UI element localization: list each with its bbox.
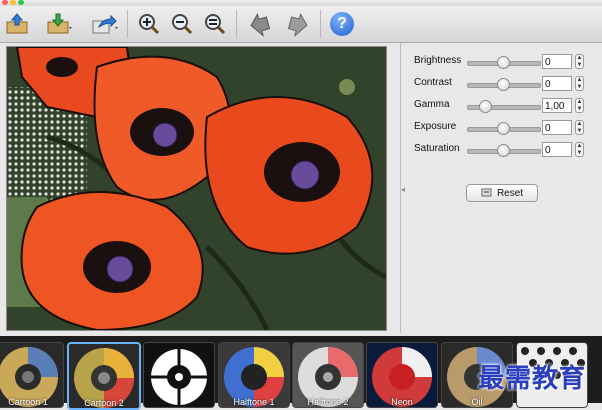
exposure-control: Exposure 0 ▲ ▼ xyxy=(412,118,592,138)
help-icon: ? xyxy=(330,12,354,36)
toolbar-separator xyxy=(236,10,237,38)
saturation-label: Saturation xyxy=(414,143,460,154)
zoom-in-icon xyxy=(139,14,160,35)
reset-icon xyxy=(481,188,492,197)
gamma-control: Gamma 1,00 ▲ ▼ xyxy=(412,96,592,116)
contrast-label: Contrast xyxy=(414,77,452,88)
toolbar: ? xyxy=(0,6,602,43)
watermark-text: 最需教育 xyxy=(478,364,587,394)
zoom-window-button[interactable] xyxy=(18,0,24,5)
close-window-button[interactable] xyxy=(2,0,8,5)
exposure-label: Exposure xyxy=(414,121,457,132)
exposure-value-field[interactable]: 0 xyxy=(542,120,572,135)
saturation-stepper[interactable]: ▲ ▼ xyxy=(575,142,584,157)
filter-label: Cartoon 1 xyxy=(8,397,48,407)
contrast-stepper[interactable]: ▲ ▼ xyxy=(575,76,584,91)
image-canvas[interactable] xyxy=(6,46,387,331)
reset-label: Reset xyxy=(496,187,524,199)
minimize-window-button[interactable] xyxy=(10,0,16,5)
brightness-slider-knob[interactable] xyxy=(497,56,510,69)
toolbar-separator xyxy=(127,10,128,38)
save-button[interactable] xyxy=(42,9,76,39)
gamma-value-field[interactable]: 1,00 xyxy=(542,98,572,113)
filter-label: Halftone 1 xyxy=(233,397,275,407)
brightness-value-field[interactable]: 0 xyxy=(542,54,572,69)
gamma-stepper[interactable]: ▲ ▼ xyxy=(575,98,584,113)
undo-button[interactable] xyxy=(245,9,275,39)
brightness-control: Brightness 0 ▲ ▼ xyxy=(412,52,592,72)
poppies-photo xyxy=(7,47,386,330)
redo-button[interactable] xyxy=(283,9,313,39)
filter-thumb[interactable]: Halftone 2 xyxy=(292,342,364,408)
reset-button[interactable]: Reset xyxy=(466,184,538,202)
contrast-control: Contrast 0 ▲ ▼ xyxy=(412,74,592,94)
share-icon xyxy=(92,14,118,34)
filter-thumb[interactable]: Halftone 1 xyxy=(218,342,290,408)
brightness-label: Brightness xyxy=(414,55,462,66)
redo-icon xyxy=(287,13,308,37)
filter-thumb[interactable] xyxy=(143,342,215,408)
open-button[interactable] xyxy=(4,9,30,39)
exposure-slider-knob[interactable] xyxy=(497,122,510,135)
zoom-out-icon xyxy=(172,14,193,35)
help-button[interactable]: ? xyxy=(328,9,356,39)
contrast-slider-knob[interactable] xyxy=(497,78,510,91)
gamma-label: Gamma xyxy=(414,99,450,110)
zoom-fit-button[interactable] xyxy=(201,9,229,39)
filter-label: Halftone 2 xyxy=(307,397,349,407)
exposure-stepper[interactable]: ▲ ▼ xyxy=(575,120,584,135)
divider-grip-icon[interactable]: ◂ xyxy=(401,185,405,194)
share-button[interactable] xyxy=(88,9,122,39)
undo-icon xyxy=(250,13,271,37)
filter-label: Neon xyxy=(391,397,413,407)
contrast-value-field[interactable]: 0 xyxy=(542,76,572,91)
save-image-icon xyxy=(47,13,72,34)
filter-thumb[interactable]: Neon xyxy=(366,342,438,408)
gamma-slider-knob[interactable] xyxy=(479,100,492,113)
filter-label: Cartoon 2 xyxy=(84,398,124,408)
open-image-icon xyxy=(6,13,28,34)
filter-thumb-selected[interactable]: Cartoon 2 xyxy=(67,342,141,410)
filter-preview xyxy=(144,343,214,407)
toolbar-separator xyxy=(320,10,321,38)
filter-thumb[interactable]: Cartoon 1 xyxy=(0,342,64,408)
zoom-out-button[interactable] xyxy=(168,9,196,39)
filter-label: Oil xyxy=(471,397,483,407)
saturation-value-field[interactable]: 0 xyxy=(542,142,572,157)
saturation-slider-knob[interactable] xyxy=(497,144,510,157)
zoom-in-button[interactable] xyxy=(135,9,163,39)
saturation-control: Saturation 0 ▲ ▼ xyxy=(412,140,592,160)
brightness-stepper[interactable]: ▲ ▼ xyxy=(575,54,584,69)
zoom-fit-icon xyxy=(205,14,226,35)
